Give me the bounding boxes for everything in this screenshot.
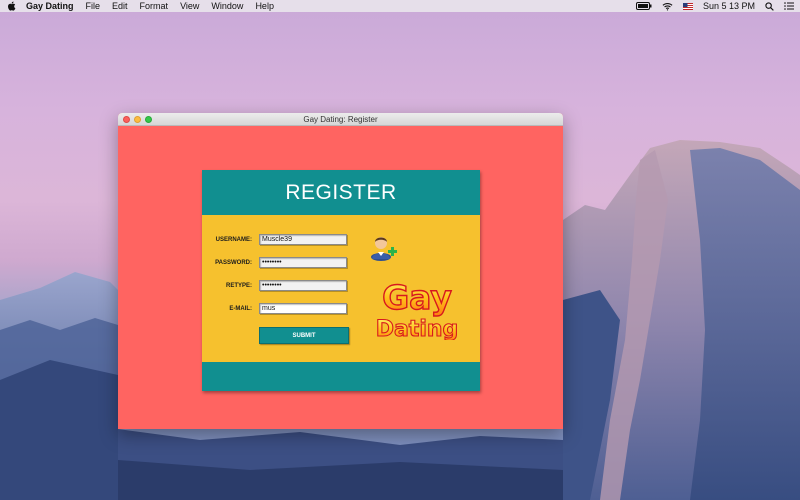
battery-icon[interactable] bbox=[635, 2, 652, 10]
menu-view[interactable]: View bbox=[180, 0, 199, 12]
panel-header: REGISTER bbox=[202, 170, 480, 215]
notification-center-icon[interactable] bbox=[784, 2, 794, 10]
us-flag-icon[interactable] bbox=[682, 2, 693, 10]
retype-label: RETYPE: bbox=[225, 282, 252, 289]
password-label: PASSWORD: bbox=[215, 259, 252, 266]
username-field[interactable]: Muscle39 bbox=[259, 234, 347, 245]
email-row: E-MAIL: mus bbox=[202, 303, 347, 314]
spotlight-search-icon[interactable] bbox=[765, 1, 774, 11]
register-window: Gay Dating: Register REGISTER USERNAME: … bbox=[118, 113, 563, 429]
username-row: USERNAME: Muscle39 bbox=[202, 234, 347, 245]
username-label: USERNAME: bbox=[215, 236, 252, 243]
add-user-icon bbox=[371, 237, 397, 261]
window-title: Gay Dating: Register bbox=[303, 114, 378, 124]
register-panel: REGISTER USERNAME: Muscle39 PASSWORD: ••… bbox=[202, 170, 480, 391]
menu-bar: Gay Dating File Edit Format View Window … bbox=[0, 0, 800, 12]
register-heading: REGISTER bbox=[285, 180, 397, 204]
wifi-icon[interactable] bbox=[662, 2, 673, 11]
password-field[interactable]: •••••••• bbox=[259, 257, 347, 268]
logo-line-1: Gay bbox=[382, 278, 452, 317]
email-label: E-MAIL: bbox=[229, 305, 252, 312]
panel-footer bbox=[202, 362, 480, 391]
menu-help[interactable]: Help bbox=[255, 0, 274, 12]
menu-clock[interactable]: Sun 5 13 PM bbox=[703, 1, 755, 11]
submit-button[interactable]: SUBMIT bbox=[259, 327, 349, 344]
close-window-button[interactable] bbox=[123, 116, 130, 123]
minimize-window-button[interactable] bbox=[134, 116, 141, 123]
apple-logo-icon[interactable] bbox=[6, 1, 16, 12]
menu-app-name[interactable]: Gay Dating bbox=[26, 0, 74, 12]
window-controls bbox=[123, 116, 152, 123]
window-titlebar[interactable]: Gay Dating: Register bbox=[118, 113, 563, 126]
menu-file[interactable]: File bbox=[86, 0, 101, 12]
gay-dating-logo: Gay Dating bbox=[375, 278, 459, 340]
retype-password-field[interactable]: •••••••• bbox=[259, 280, 347, 291]
retype-row: RETYPE: •••••••• bbox=[202, 280, 347, 291]
password-row: PASSWORD: •••••••• bbox=[202, 257, 347, 268]
menu-format[interactable]: Format bbox=[140, 0, 169, 12]
email-field[interactable]: mus bbox=[259, 303, 347, 314]
logo-line-2: Dating bbox=[376, 317, 459, 340]
menu-window[interactable]: Window bbox=[211, 0, 243, 12]
zoom-window-button[interactable] bbox=[145, 116, 152, 123]
menu-edit[interactable]: Edit bbox=[112, 0, 128, 12]
